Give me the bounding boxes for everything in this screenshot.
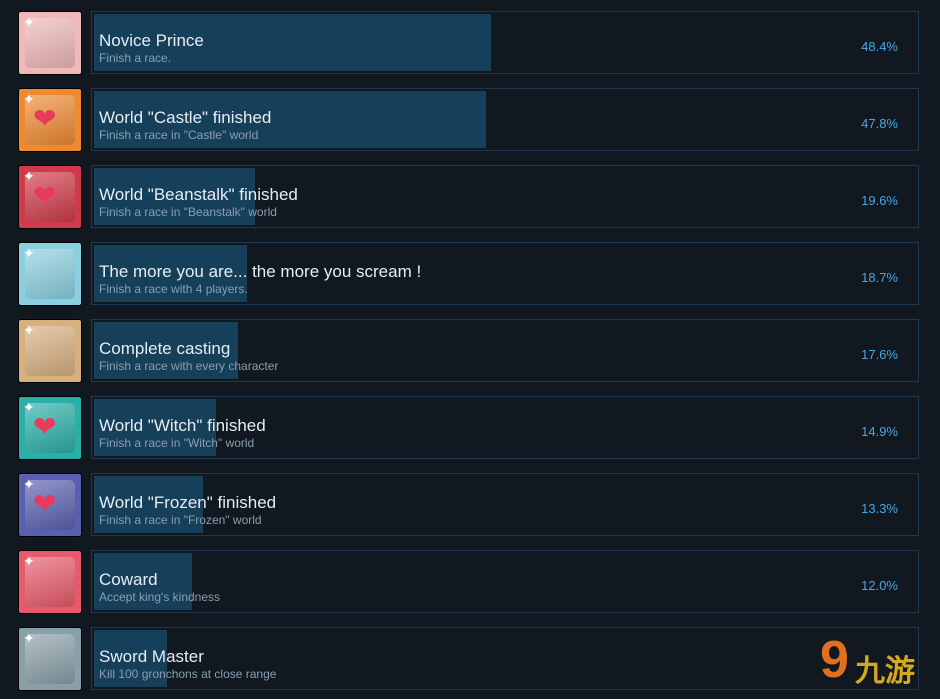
achievement-progress: World "Frozen" finished Finish a race in… bbox=[91, 473, 919, 536]
achievement-row[interactable]: ❤ ✦ World "Frozen" finished Finish a rac… bbox=[0, 473, 940, 537]
achievement-description: Finish a race in "Frozen" world bbox=[99, 513, 262, 527]
achievement-progress: Coward Accept king's kindness 12.0% bbox=[91, 550, 919, 613]
achievement-row[interactable]: ❤ ✦ World "Castle" finished Finish a rac… bbox=[0, 88, 940, 152]
achievement-description: Finish a race. bbox=[99, 51, 172, 65]
achievement-description: Finish a race in "Castle" world bbox=[99, 128, 259, 142]
coward-icon: ✦ bbox=[18, 550, 82, 614]
achievement-percent: 13.3% bbox=[861, 501, 898, 516]
casting-icon: ✦ bbox=[18, 319, 82, 383]
achievement-row[interactable]: ✦ Complete casting Finish a race with ev… bbox=[0, 319, 940, 383]
logo-text: 九游 bbox=[855, 655, 915, 688]
achievement-percent: 19.6% bbox=[861, 193, 898, 208]
witch-key-icon: ❤ ✦ bbox=[18, 396, 82, 460]
achievement-title: Coward bbox=[99, 570, 158, 589]
watermark-logo: 9 九游 bbox=[800, 628, 940, 699]
achievement-description: Finish a race with 4 players. bbox=[99, 282, 248, 296]
achievement-title: The more you are... the more you scream … bbox=[99, 262, 422, 281]
four-players-icon: ✦ bbox=[18, 242, 82, 306]
achievement-percent: 48.4% bbox=[861, 39, 898, 54]
achievement-description: Kill 100 gronchons at close range bbox=[99, 667, 277, 681]
achievement-row[interactable]: ✦ Coward Accept king's kindness 12.0% bbox=[0, 550, 940, 614]
beanstalk-key-icon: ❤ ✦ bbox=[18, 165, 82, 229]
achievement-title: World "Castle" finished bbox=[99, 108, 272, 127]
achievement-description: Accept king's kindness bbox=[99, 590, 221, 604]
achievement-progress: Complete casting Finish a race with ever… bbox=[91, 319, 919, 382]
achievement-progress: World "Beanstalk" finished Finish a race… bbox=[91, 165, 919, 228]
novice-prince-icon: ✦ bbox=[18, 11, 82, 75]
achievement-description: Finish a race in "Beanstalk" world bbox=[99, 205, 277, 219]
achievement-title: Complete casting bbox=[99, 339, 231, 358]
achievement-row[interactable]: ❤ ✦ World "Beanstalk" finished Finish a … bbox=[0, 165, 940, 229]
achievement-title: World "Beanstalk" finished bbox=[99, 185, 298, 204]
logo-mascot: 9 bbox=[820, 631, 849, 689]
achievement-title: World "Frozen" finished bbox=[99, 493, 277, 512]
achievement-progress: World "Witch" finished Finish a race in … bbox=[91, 396, 919, 459]
sword-icon: ✦ bbox=[18, 627, 82, 691]
achievement-progress: World "Castle" finished Finish a race in… bbox=[91, 88, 919, 151]
achievement-percent: 14.9% bbox=[861, 424, 898, 439]
achievement-description: Finish a race in "Witch" world bbox=[99, 436, 255, 450]
achievement-progress: The more you are... the more you scream … bbox=[91, 242, 919, 305]
achievement-row[interactable]: ✦ The more you are... the more you screa… bbox=[0, 242, 940, 306]
achievement-percent: 17.6% bbox=[861, 347, 898, 362]
achievement-description: Finish a race with every character bbox=[99, 359, 279, 373]
achievement-percent: 47.8% bbox=[861, 116, 898, 131]
achievement-progress: Sword Master Kill 100 gronchons at close… bbox=[91, 627, 919, 690]
achievement-title: World "Witch" finished bbox=[99, 416, 266, 435]
achievement-percent: 18.7% bbox=[861, 270, 898, 285]
achievement-title: Novice Prince bbox=[99, 31, 204, 50]
achievement-row[interactable]: ✦ Sword Master Kill 100 gronchons at clo… bbox=[0, 627, 940, 691]
achievement-title: Sword Master bbox=[99, 647, 204, 666]
achievement-progress: Novice Prince Finish a race. 48.4% bbox=[91, 11, 919, 74]
achievement-row[interactable]: ✦ Novice Prince Finish a race. 48.4% bbox=[0, 11, 940, 75]
frozen-key-icon: ❤ ✦ bbox=[18, 473, 82, 537]
castle-key-icon: ❤ ✦ bbox=[18, 88, 82, 152]
achievement-row[interactable]: ❤ ✦ World "Witch" finished Finish a race… bbox=[0, 396, 940, 460]
achievement-percent: 12.0% bbox=[861, 578, 898, 593]
